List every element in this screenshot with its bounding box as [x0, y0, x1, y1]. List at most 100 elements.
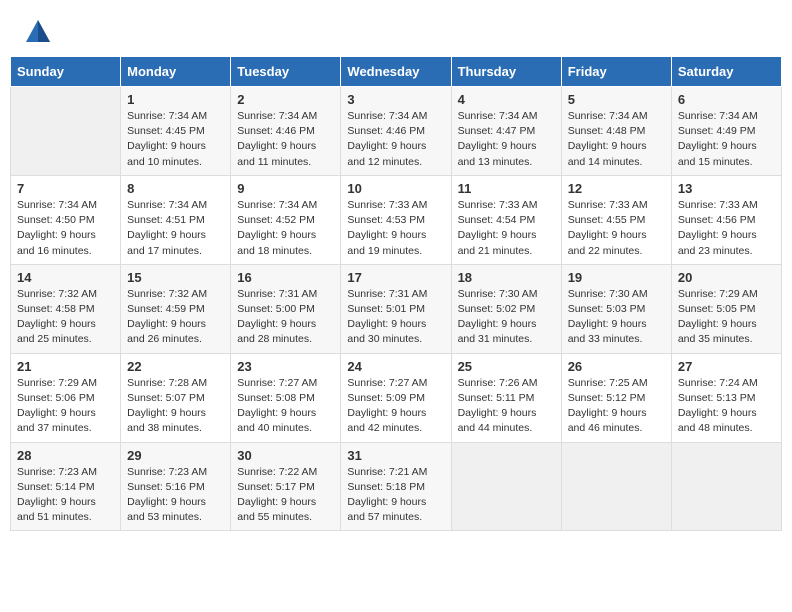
calendar-cell: 24Sunrise: 7:27 AMSunset: 5:09 PMDayligh… [341, 353, 451, 442]
day-number: 11 [458, 181, 555, 196]
day-number: 18 [458, 270, 555, 285]
day-info: Sunrise: 7:32 AMSunset: 4:58 PMDaylight:… [17, 287, 114, 348]
week-row-3: 14 Sunrise: 7:32 AMSunset: 4:58 PMDayligh… [11, 264, 782, 353]
day-number: 5 [568, 92, 665, 107]
day-header-sunday: Sunday [11, 57, 121, 87]
day-number: 10 [347, 181, 444, 196]
calendar-cell: 17 Sunrise: 7:31 AMSunset: 5:01 PMDayligh… [341, 264, 451, 353]
calendar-cell: 3 Sunrise: 7:34 AMSunset: 4:46 PMDaylight… [341, 87, 451, 176]
calendar-cell: 30 Sunrise: 7:22 AMSunset: 5:17 PMDayligh… [231, 442, 341, 531]
header-row: SundayMondayTuesdayWednesdayThursdayFrid… [11, 57, 782, 87]
day-info: Sunrise: 7:31 AMSunset: 5:00 PMDaylight:… [237, 287, 334, 348]
day-info: Sunrise: 7:33 AMSunset: 4:55 PMDaylight:… [568, 198, 665, 259]
day-info: Sunrise: 7:34 AMSunset: 4:50 PMDaylight:… [17, 198, 114, 259]
calendar-cell: 31Sunrise: 7:21 AMSunset: 5:18 PMDayligh… [341, 442, 451, 531]
calendar-cell: 14 Sunrise: 7:32 AMSunset: 4:58 PMDayligh… [11, 264, 121, 353]
day-info: Sunrise: 7:28 AMSunset: 5:07 PMDaylight:… [127, 376, 224, 437]
day-number: 23 [237, 359, 334, 374]
calendar-cell: 8Sunrise: 7:34 AMSunset: 4:51 PMDaylight… [121, 175, 231, 264]
header [0, 0, 792, 56]
calendar-cell: 9 Sunrise: 7:34 AMSunset: 4:52 PMDaylight… [231, 175, 341, 264]
week-row-2: 7 Sunrise: 7:34 AMSunset: 4:50 PMDaylight… [11, 175, 782, 264]
calendar-cell: 22 Sunrise: 7:28 AMSunset: 5:07 PMDayligh… [121, 353, 231, 442]
day-number: 28 [17, 448, 114, 463]
day-number: 19 [568, 270, 665, 285]
day-number: 27 [678, 359, 775, 374]
week-row-5: 28 Sunrise: 7:23 AMSunset: 5:14 PMDayligh… [11, 442, 782, 531]
day-header-thursday: Thursday [451, 57, 561, 87]
calendar-cell: 18 Sunrise: 7:30 AMSunset: 5:02 PMDayligh… [451, 264, 561, 353]
day-number: 6 [678, 92, 775, 107]
week-row-4: 21 Sunrise: 7:29 AMSunset: 5:06 PMDayligh… [11, 353, 782, 442]
day-info: Sunrise: 7:34 AMSunset: 4:46 PMDaylight:… [237, 109, 334, 170]
day-number: 4 [458, 92, 555, 107]
day-info: Sunrise: 7:33 AMSunset: 4:54 PMDaylight:… [458, 198, 555, 259]
day-number: 25 [458, 359, 555, 374]
calendar-cell: 1 Sunrise: 7:34 AMSunset: 4:45 PMDaylight… [121, 87, 231, 176]
day-header-friday: Friday [561, 57, 671, 87]
day-info: Sunrise: 7:27 AMSunset: 5:09 PMDaylight:… [347, 376, 444, 437]
day-info: Sunrise: 7:33 AMSunset: 4:53 PMDaylight:… [347, 198, 444, 259]
day-number: 21 [17, 359, 114, 374]
day-number: 14 [17, 270, 114, 285]
day-info: Sunrise: 7:23 AMSunset: 5:16 PMDaylight:… [127, 465, 224, 526]
calendar-cell: 11 Sunrise: 7:33 AMSunset: 4:54 PMDayligh… [451, 175, 561, 264]
calendar-cell: 15Sunrise: 7:32 AMSunset: 4:59 PMDayligh… [121, 264, 231, 353]
calendar-cell [11, 87, 121, 176]
day-header-saturday: Saturday [671, 57, 781, 87]
day-number: 29 [127, 448, 224, 463]
day-info: Sunrise: 7:21 AMSunset: 5:18 PMDaylight:… [347, 465, 444, 526]
day-number: 9 [237, 181, 334, 196]
page: SundayMondayTuesdayWednesdayThursdayFrid… [0, 0, 792, 612]
week-row-1: 1 Sunrise: 7:34 AMSunset: 4:45 PMDaylight… [11, 87, 782, 176]
day-info: Sunrise: 7:34 AMSunset: 4:45 PMDaylight:… [127, 109, 224, 170]
calendar-cell: 28 Sunrise: 7:23 AMSunset: 5:14 PMDayligh… [11, 442, 121, 531]
day-info: Sunrise: 7:30 AMSunset: 5:02 PMDaylight:… [458, 287, 555, 348]
day-number: 26 [568, 359, 665, 374]
calendar-cell: 20Sunrise: 7:29 AMSunset: 5:05 PMDayligh… [671, 264, 781, 353]
day-number: 2 [237, 92, 334, 107]
day-number: 13 [678, 181, 775, 196]
calendar-cell: 5 Sunrise: 7:34 AMSunset: 4:48 PMDaylight… [561, 87, 671, 176]
day-info: Sunrise: 7:34 AMSunset: 4:52 PMDaylight:… [237, 198, 334, 259]
calendar-cell [561, 442, 671, 531]
calendar-cell: 26Sunrise: 7:25 AMSunset: 5:12 PMDayligh… [561, 353, 671, 442]
day-number: 1 [127, 92, 224, 107]
calendar-table: SundayMondayTuesdayWednesdayThursdayFrid… [10, 56, 782, 531]
day-info: Sunrise: 7:29 AMSunset: 5:06 PMDaylight:… [17, 376, 114, 437]
day-info: Sunrise: 7:27 AMSunset: 5:08 PMDaylight:… [237, 376, 334, 437]
day-number: 7 [17, 181, 114, 196]
logo [24, 18, 54, 46]
day-info: Sunrise: 7:29 AMSunset: 5:05 PMDaylight:… [678, 287, 775, 348]
calendar-cell: 19 Sunrise: 7:30 AMSunset: 5:03 PMDayligh… [561, 264, 671, 353]
day-header-wednesday: Wednesday [341, 57, 451, 87]
day-number: 17 [347, 270, 444, 285]
day-number: 22 [127, 359, 224, 374]
day-info: Sunrise: 7:34 AMSunset: 4:46 PMDaylight:… [347, 109, 444, 170]
calendar-cell [451, 442, 561, 531]
day-info: Sunrise: 7:22 AMSunset: 5:17 PMDaylight:… [237, 465, 334, 526]
day-info: Sunrise: 7:26 AMSunset: 5:11 PMDaylight:… [458, 376, 555, 437]
day-info: Sunrise: 7:34 AMSunset: 4:49 PMDaylight:… [678, 109, 775, 170]
calendar-cell: 21 Sunrise: 7:29 AMSunset: 5:06 PMDayligh… [11, 353, 121, 442]
day-number: 12 [568, 181, 665, 196]
calendar-cell: 16 Sunrise: 7:31 AMSunset: 5:00 PMDayligh… [231, 264, 341, 353]
day-header-monday: Monday [121, 57, 231, 87]
calendar-cell: 29 Sunrise: 7:23 AMSunset: 5:16 PMDayligh… [121, 442, 231, 531]
day-info: Sunrise: 7:34 AMSunset: 4:48 PMDaylight:… [568, 109, 665, 170]
calendar-cell: 25 Sunrise: 7:26 AMSunset: 5:11 PMDayligh… [451, 353, 561, 442]
day-number: 16 [237, 270, 334, 285]
day-number: 3 [347, 92, 444, 107]
calendar-cell: 6 Sunrise: 7:34 AMSunset: 4:49 PMDaylight… [671, 87, 781, 176]
day-number: 30 [237, 448, 334, 463]
day-number: 8 [127, 181, 224, 196]
day-info: Sunrise: 7:23 AMSunset: 5:14 PMDaylight:… [17, 465, 114, 526]
calendar-cell [671, 442, 781, 531]
logo-icon [24, 18, 52, 46]
calendar-cell: 10 Sunrise: 7:33 AMSunset: 4:53 PMDayligh… [341, 175, 451, 264]
day-info: Sunrise: 7:31 AMSunset: 5:01 PMDaylight:… [347, 287, 444, 348]
day-info: Sunrise: 7:33 AMSunset: 4:56 PMDaylight:… [678, 198, 775, 259]
day-info: Sunrise: 7:30 AMSunset: 5:03 PMDaylight:… [568, 287, 665, 348]
calendar-cell: 7 Sunrise: 7:34 AMSunset: 4:50 PMDaylight… [11, 175, 121, 264]
calendar-cell: 4Sunrise: 7:34 AMSunset: 4:47 PMDaylight… [451, 87, 561, 176]
